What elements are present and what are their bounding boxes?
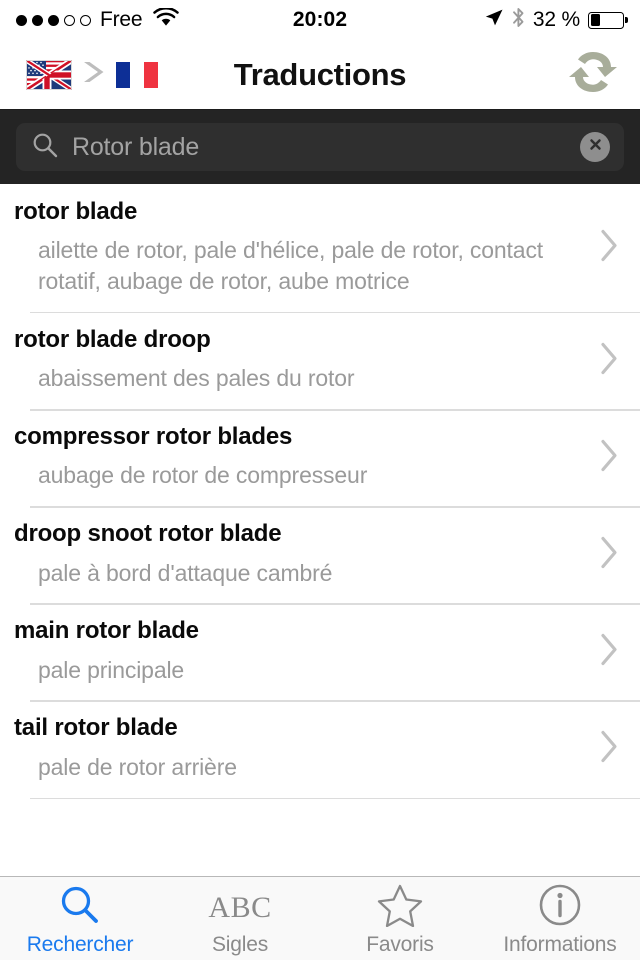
signal-dot-2	[32, 14, 43, 26]
tab-icon-wrap: ABC	[208, 885, 271, 931]
tab-label: Rechercher	[26, 932, 134, 956]
battery-percent-label: 32 %	[532, 8, 580, 31]
chevron-right-icon	[598, 729, 620, 770]
chevron-right-icon	[598, 227, 620, 268]
language-pair-button[interactable]	[26, 58, 160, 91]
search-input[interactable]: Rotor blade	[16, 123, 624, 171]
result-translation: pale à bord d'attaque cambré	[38, 559, 333, 586]
list-bottom-separator	[30, 797, 640, 800]
clear-circle-icon	[587, 136, 604, 158]
table-row[interactable]: rotor blade droop abaissement des pales d…	[0, 311, 640, 410]
table-row[interactable]: droop snoot rotor blade pale à bord d'att…	[0, 506, 640, 604]
france-flag-icon	[114, 59, 160, 90]
tab-icon-wrap	[377, 883, 423, 932]
chevron-right-icon	[598, 534, 620, 575]
tab-favoris[interactable]: Favoris	[320, 877, 480, 960]
swap-languages-icon	[567, 48, 619, 101]
status-bar: Free 20:02 32 %	[0, 0, 640, 40]
tab-sigles[interactable]: ABC Sigles	[160, 877, 320, 960]
carrier-label: Free	[100, 8, 143, 31]
navigation-bar: Traductions	[0, 40, 640, 110]
result-translation: ailette de rotor, pale d'hélice, pale de…	[38, 237, 544, 295]
chevron-right-icon	[598, 340, 620, 381]
result-term: rotor blade	[14, 198, 138, 225]
chevron-right-icon	[598, 631, 620, 672]
tab-bar: Rechercher ABC Sigles Favoris Informations	[0, 876, 640, 960]
chevron-right-icon	[80, 58, 106, 91]
result-translation: abaissement des pales du rotor	[38, 365, 355, 392]
swap-languages-button[interactable]	[564, 46, 622, 104]
result-term: tail rotor blade	[14, 714, 178, 742]
result-translation: pale de rotor arrière	[38, 753, 237, 780]
search-bar: Rotor blade	[0, 110, 640, 184]
battery-icon	[588, 11, 624, 29]
result-translation: aubage de rotor de compresseur	[38, 462, 368, 489]
clear-search-button[interactable]	[580, 132, 610, 162]
tab-label: Sigles	[212, 932, 268, 956]
result-translation: pale principale	[38, 656, 185, 683]
search-input-value[interactable]: Rotor blade	[72, 133, 566, 162]
tab-informations[interactable]: Informations	[480, 877, 640, 960]
result-term: rotor blade droop	[14, 325, 211, 353]
chevron-right-icon	[598, 437, 620, 478]
table-row[interactable]: tail rotor blade pale de rotor arrière	[0, 700, 640, 798]
info-circle-icon	[538, 883, 582, 932]
tab-label: Informations	[503, 932, 617, 956]
result-term: main rotor blade	[14, 617, 199, 645]
signal-dot-1	[16, 14, 27, 26]
signal-dot-3	[48, 14, 59, 26]
wifi-icon	[153, 6, 180, 32]
tab-icon-wrap	[59, 885, 101, 931]
search-results-list[interactable]: rotor blade ailette de rotor, pale d'héli…	[0, 184, 640, 876]
tab-icon-wrap	[538, 883, 582, 932]
bluetooth-icon	[512, 7, 525, 33]
result-term: droop snoot rotor blade	[14, 520, 282, 548]
search-icon	[59, 884, 101, 931]
app-root: Free 20:02 32 % Traductions Rotor blade …	[0, 0, 640, 960]
table-row[interactable]: compressor rotor blades aubage de rotor d…	[0, 409, 640, 507]
signal-dot-5	[80, 14, 91, 26]
table-row[interactable]: rotor blade ailette de rotor, pale d'héli…	[0, 184, 640, 312]
tab-rechercher[interactable]: Rechercher	[0, 877, 160, 960]
us-uk-flag-icon	[26, 59, 72, 90]
signal-strength-dots	[16, 14, 91, 26]
location-arrow-icon	[484, 8, 504, 33]
tab-label: Favoris	[366, 932, 434, 956]
table-row[interactable]: main rotor blade pale principale	[0, 603, 640, 701]
status-bar-right: 32 %	[484, 7, 624, 33]
star-icon	[377, 883, 423, 932]
status-bar-left: Free	[16, 6, 180, 32]
abc-glyph: ABC	[208, 890, 272, 924]
result-term: compressor rotor blades	[14, 423, 293, 451]
signal-dot-4	[64, 14, 75, 26]
search-icon	[32, 132, 58, 163]
